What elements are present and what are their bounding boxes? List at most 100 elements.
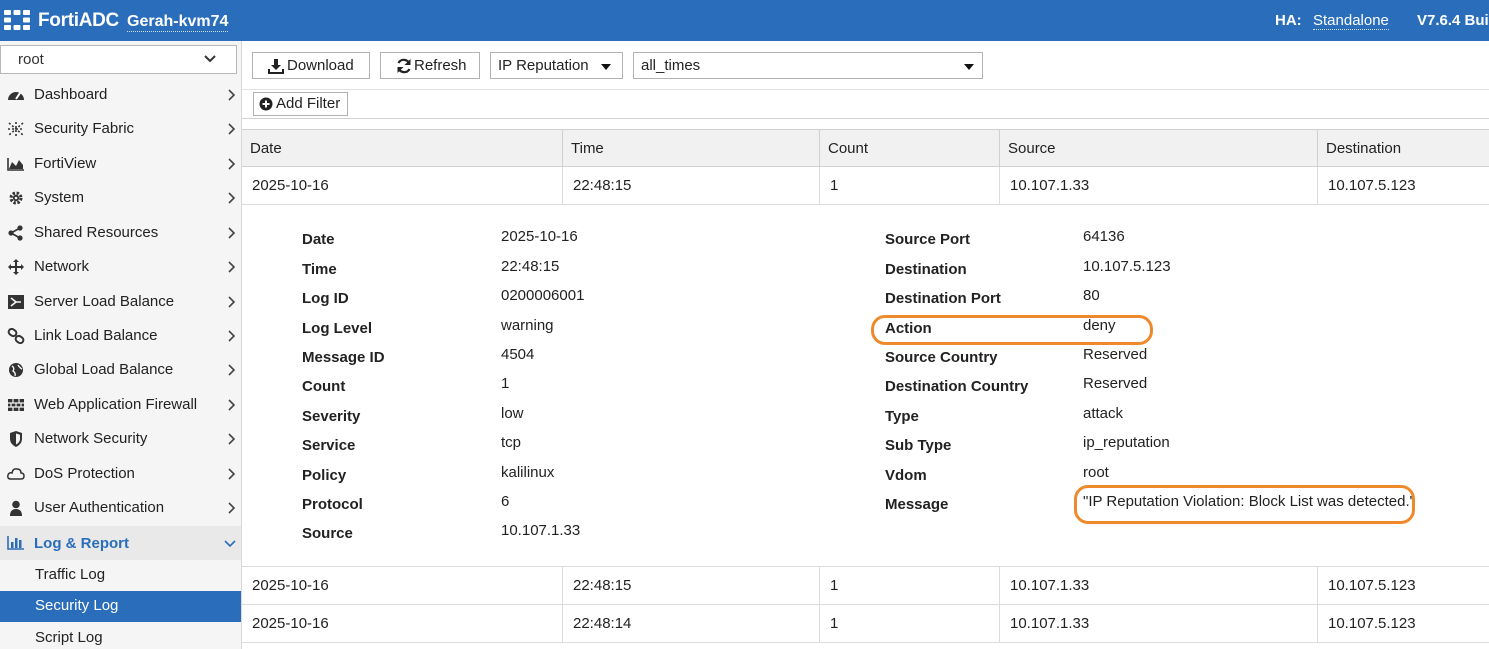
download-button[interactable]: Download — [252, 52, 370, 79]
chevron-right-icon — [228, 123, 236, 135]
sidebar-item-label: Security Fabric — [34, 120, 135, 137]
sidebar-item-server-load-balance[interactable]: Server Load Balance — [0, 288, 241, 318]
chevron-right-icon — [228, 227, 236, 239]
network-arrows-icon — [8, 259, 24, 275]
sidebar-item-label: Log & Report — [34, 535, 129, 552]
chevron-right-icon — [228, 502, 236, 514]
sidebar-item-dos-protection[interactable]: DoS Protection — [0, 460, 241, 490]
cell-count: 1 — [820, 167, 1000, 204]
action-highlight-outline — [871, 315, 1153, 345]
detail-key: Service — [302, 437, 356, 454]
product-name: FortiADC — [38, 10, 119, 31]
server-load-balance-icon — [8, 295, 24, 309]
sidebar-item-security-fabric[interactable]: Security Fabric — [0, 115, 241, 145]
ha-status-link[interactable]: Standalone — [1313, 12, 1389, 30]
chevron-down-icon — [204, 55, 216, 63]
globe-icon — [9, 363, 23, 377]
sidebar-item-web-application-firewall[interactable]: Web Application Firewall — [0, 391, 241, 421]
top-bar: FortiADC Gerah-kvm74 HA: Standalone V7.6… — [0, 0, 1489, 41]
sidebar-item-label: DoS Protection — [34, 465, 135, 482]
sidebar-item-shared-resources[interactable]: Shared Resources — [0, 219, 241, 249]
detail-value: Reserved — [1083, 346, 1148, 363]
column-header-source[interactable]: Source — [1000, 130, 1318, 167]
time-range-select[interactable]: all_times — [633, 52, 983, 79]
vdom-select[interactable]: root — [0, 45, 237, 74]
column-header-count[interactable]: Count — [820, 130, 1000, 167]
detail-value: 80 — [1083, 287, 1100, 304]
detail-key: Source — [302, 525, 353, 542]
log-type-select[interactable]: IP Reputation — [490, 52, 623, 79]
plus-circle-icon — [259, 97, 273, 111]
column-header-date[interactable]: Date — [242, 130, 563, 167]
sidebar-subitem-label: Traffic Log — [35, 566, 106, 583]
firewall-icon — [8, 399, 24, 411]
sidebar-item-user-authentication[interactable]: User Authentication — [0, 494, 241, 524]
chevron-right-icon — [228, 468, 236, 480]
bar-chart-icon — [7, 536, 24, 550]
sidebar-item-dashboard[interactable]: Dashboard — [0, 81, 241, 111]
sidebar-item-network-security[interactable]: Network Security — [0, 425, 241, 455]
sidebar-subitem-script-log[interactable]: Script Log — [0, 623, 241, 649]
sidebar-item-global-load-balance[interactable]: Global Load Balance — [0, 356, 241, 386]
detail-value: root — [1083, 464, 1109, 481]
sidebar-item-label: Network — [34, 258, 90, 275]
detail-key: Severity — [302, 408, 361, 425]
column-header-destination[interactable]: Destination — [1318, 130, 1489, 167]
sidebar-subitem-label: Security Log — [35, 597, 119, 614]
cell-time: 22:48:14 — [563, 605, 820, 642]
detail-value: 1 — [501, 375, 510, 392]
sidebar-item-label: Web Application Firewall — [34, 396, 198, 413]
refresh-button[interactable]: Refresh — [380, 52, 480, 79]
detail-key: Vdom — [885, 467, 927, 484]
sidebar-item-network[interactable]: Network — [0, 253, 241, 283]
detail-key: Type — [885, 408, 919, 425]
cell-date: 2025-10-16 — [242, 605, 563, 642]
cell-destination: 10.107.5.123 — [1328, 577, 1416, 594]
chevron-right-icon — [228, 433, 236, 445]
chevron-right-icon — [228, 158, 236, 170]
table-row[interactable]: 2025-10-16 22:48:14 1 10.107.1.33 10.107… — [242, 605, 1489, 643]
detail-value: 10.107.1.33 — [501, 522, 581, 539]
fortinet-logo-icon — [4, 10, 30, 30]
sidebar-item-label: FortiView — [34, 155, 97, 172]
chevron-down-icon — [224, 540, 236, 548]
detail-value: Reserved — [1083, 375, 1148, 392]
sidebar-item-fortiview[interactable]: FortiView — [0, 150, 241, 180]
sidebar-item-label: System — [34, 189, 85, 206]
sidebar-item-log-report[interactable]: Log & Report — [0, 526, 241, 560]
table-row[interactable]: 2025-10-16 22:48:15 1 10.107.1.33 10.107… — [242, 567, 1489, 605]
table-row[interactable]: 2025-10-16 22:48:15 1 10.107.1.33 10.107… — [242, 167, 1489, 205]
sidebar-item-label: Dashboard — [34, 86, 108, 103]
detail-key: Destination — [885, 261, 967, 278]
sidebar-item-link-load-balance[interactable]: Link Load Balance — [0, 322, 241, 352]
sidebar-item-label: Link Load Balance — [34, 327, 158, 344]
cell-date: 2025-10-16 — [242, 567, 563, 604]
column-header-time[interactable]: Time — [563, 130, 820, 167]
log-detail-panel: Date 2025-10-16 Time 22:48:15 Log ID 020… — [242, 206, 1489, 567]
refresh-icon — [397, 58, 411, 74]
log-table-header: Date Time Count Source Destination — [242, 129, 1489, 167]
sidebar-subitem-security-log[interactable]: Security Log — [0, 591, 241, 622]
time-range-value: all_times — [641, 57, 701, 74]
download-icon — [268, 59, 284, 74]
sidebar-item-system[interactable]: System — [0, 184, 241, 214]
chevron-right-icon — [228, 192, 236, 204]
security-fabric-icon — [8, 122, 24, 136]
ha-label: HA: — [1275, 12, 1302, 29]
sidebar-subitem-label: Script Log — [35, 629, 103, 646]
column-header-label: Destination — [1326, 140, 1402, 157]
add-filter-button[interactable]: Add Filter — [253, 92, 348, 116]
detail-value: 6 — [501, 493, 510, 510]
cell-time: 22:48:15 — [563, 567, 820, 604]
column-header-label: Time — [571, 140, 604, 157]
cell-source: 10.107.1.33 — [1000, 567, 1318, 604]
detail-value: 0200006001 — [501, 287, 585, 304]
sidebar-subitem-traffic-log[interactable]: Traffic Log — [0, 560, 241, 590]
hostname-link[interactable]: Gerah-kvm74 — [127, 13, 229, 32]
cell-source: 10.107.1.33 — [1000, 605, 1318, 642]
detail-value: ip_reputation — [1083, 434, 1170, 451]
column-header-label: Date — [250, 140, 282, 157]
cell-source: 10.107.1.33 — [1000, 167, 1318, 204]
cell-count: 1 — [820, 567, 1000, 604]
add-filter-label: Add Filter — [276, 95, 341, 112]
